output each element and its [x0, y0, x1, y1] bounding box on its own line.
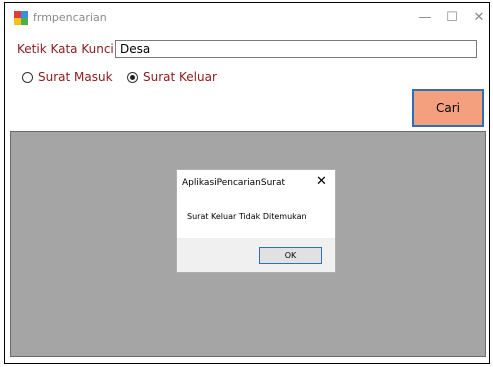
dialog-title: AplikasiPencarianSurat — [182, 178, 286, 188]
radio-label-surat-masuk: Surat Masuk — [38, 70, 113, 84]
radio-surat-masuk[interactable]: Surat Masuk — [22, 70, 113, 84]
dialog-message: Surat Keluar Tidak Ditemukan — [187, 212, 307, 221]
radio-surat-keluar[interactable]: Surat Keluar — [127, 70, 217, 84]
cari-button[interactable]: Cari — [412, 89, 484, 127]
title-bar[interactable]: frmpencarian — ☐ ✕ — [5, 3, 489, 33]
radio-label-surat-keluar: Surat Keluar — [143, 70, 217, 84]
keyword-label: Ketik Kata Kunci — [17, 42, 114, 56]
radio-circle-icon[interactable] — [22, 71, 33, 83]
maximize-button[interactable]: ☐ — [437, 10, 467, 26]
dialog-close-icon[interactable]: ✕ — [316, 174, 327, 189]
window-title: frmpencarian — [33, 11, 107, 24]
app-icon — [14, 11, 28, 25]
message-dialog: AplikasiPencarianSurat ✕ Surat Keluar Ti… — [176, 169, 336, 273]
dialog-footer: OK — [177, 238, 335, 272]
minimize-button[interactable]: — — [410, 10, 440, 26]
ok-button[interactable]: OK — [259, 247, 322, 264]
close-button[interactable]: ✕ — [464, 10, 493, 26]
keyword-input[interactable] — [115, 40, 477, 58]
radio-checked-icon[interactable] — [127, 71, 138, 83]
